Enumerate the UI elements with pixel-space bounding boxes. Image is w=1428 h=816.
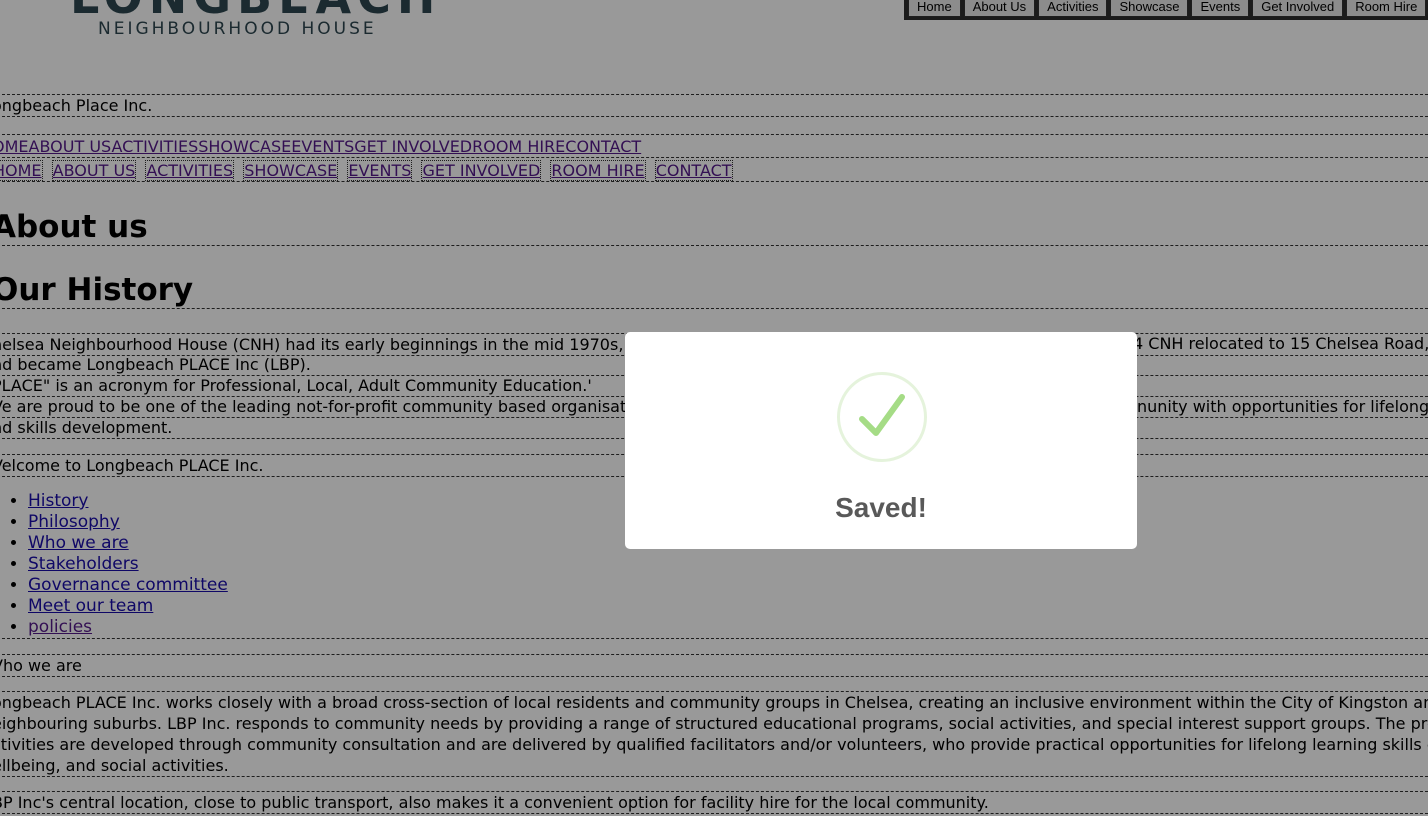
saved-dialog: Saved! xyxy=(625,332,1137,549)
checkmark-icon xyxy=(859,394,905,436)
dialog-title: Saved! xyxy=(835,492,927,523)
success-ring xyxy=(837,372,927,462)
